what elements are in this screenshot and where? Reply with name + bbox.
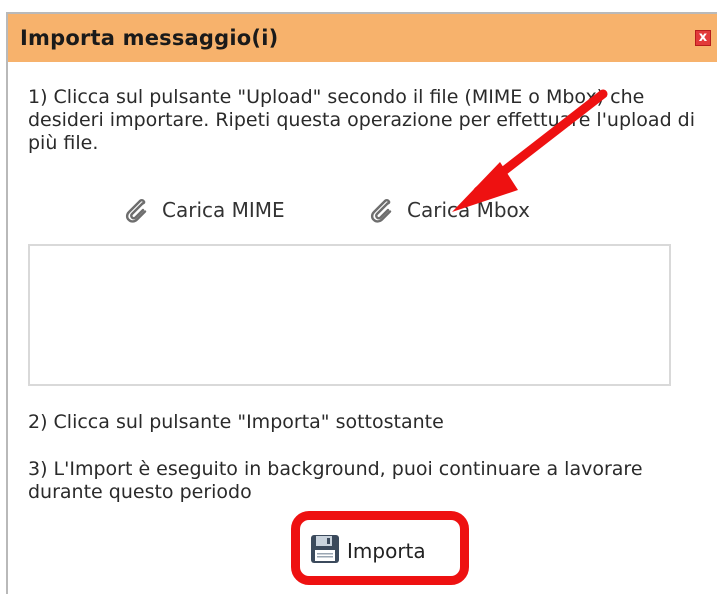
import-dialog: Importa messaggio(i) x 1) Clicca sul pul… [6, 12, 717, 594]
paperclip-icon [365, 195, 395, 225]
paperclip-icon [120, 195, 150, 225]
upload-mime-button[interactable]: Carica MIME [120, 192, 285, 228]
dialog-titlebar: Importa messaggio(i) x [8, 14, 717, 62]
step-1-text: 1) Clicca sul pulsante "Upload" secondo … [28, 86, 696, 154]
close-button[interactable]: x [695, 30, 711, 46]
close-icon: x [698, 30, 708, 45]
upload-mime-label: Carica MIME [162, 198, 285, 222]
step-3-text: 3) L'Import è eseguito in background, pu… [28, 458, 643, 503]
uploaded-files-list [28, 244, 671, 386]
floppy-disk-icon [309, 533, 341, 570]
import-label: Importa [347, 539, 426, 563]
dialog-title: Importa messaggio(i) [20, 26, 279, 50]
import-button[interactable]: Importa [309, 533, 426, 569]
red-arrow-annotation [452, 89, 608, 212]
step-2-text: 2) Clicca sul pulsante "Importa" sottost… [28, 411, 444, 433]
